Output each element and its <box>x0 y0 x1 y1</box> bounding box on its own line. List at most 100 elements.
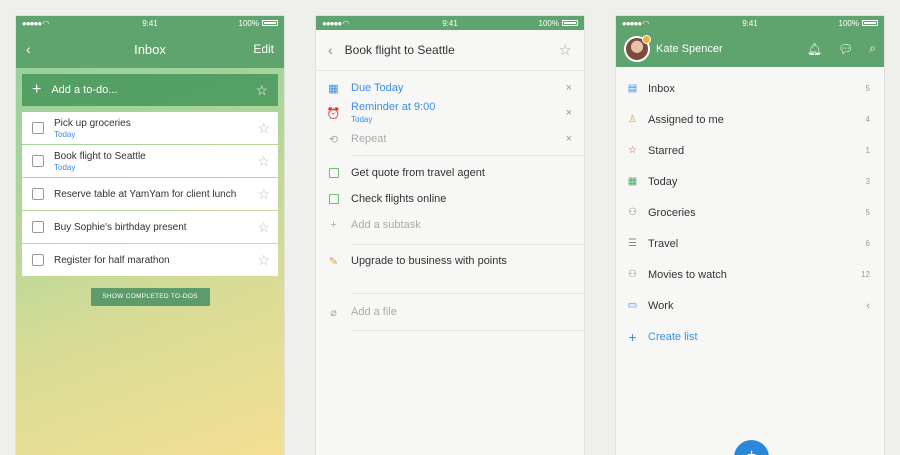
todo-checkbox[interactable] <box>32 221 44 233</box>
list-count: 3 <box>865 177 870 186</box>
list-count: 5 <box>865 84 870 93</box>
battery-icon <box>562 20 578 26</box>
add-file-row[interactable]: ⌀ Add a file <box>316 294 584 330</box>
edit-button[interactable]: Edit <box>253 42 274 56</box>
chevron-left-icon[interactable]: ‹ <box>866 300 870 312</box>
todo-title: Reserve table at YamYam for client lunch <box>54 188 237 200</box>
close-icon[interactable]: × <box>566 107 572 119</box>
todo-title: Pick up groceries <box>54 117 131 129</box>
todo-item[interactable]: Buy Sophie's birthday present ☆ <box>22 211 278 243</box>
create-list-label: Create list <box>648 330 698 343</box>
note-row[interactable]: ✎ Upgrade to business with points <box>316 245 584 277</box>
status-bar: ●●●●● ◠ 9:41 100% <box>16 16 284 30</box>
shared-people-icon: ⚇ <box>628 269 637 280</box>
list-count: 1 <box>865 146 870 155</box>
star-icon[interactable]: ☆ <box>257 120 270 137</box>
todo-list: Pick up groceries Today ☆ Book flight to … <box>22 112 278 276</box>
page-title: Inbox <box>134 41 166 57</box>
plus-icon: + <box>628 328 637 345</box>
close-icon[interactable]: × <box>566 133 572 145</box>
list-label: Assigned to me <box>648 113 724 126</box>
subtask-label: Get quote from travel agent <box>351 167 485 179</box>
list-label: Travel <box>648 237 679 250</box>
star-icon[interactable]: ☆ <box>559 41 572 59</box>
bell-icon[interactable]: 🔔︎ <box>807 42 822 56</box>
calendar-icon: ▦ <box>328 82 339 95</box>
list-item-work[interactable]: ▭ Work ‹ <box>616 290 884 321</box>
list-label: Work <box>648 299 674 312</box>
lists-screen: ●●●●● ◠ 9:41 100% Kate Spencer 🔔︎ 💬︎ ⌕ ▤… <box>616 16 884 455</box>
todo-item[interactable]: Reserve table at YamYam for client lunch… <box>22 178 278 210</box>
todo-title: Buy Sophie's birthday present <box>54 221 187 233</box>
battery-icon <box>262 20 278 26</box>
folder-icon: ▭ <box>627 300 638 311</box>
comment-icon[interactable]: 💬︎ <box>838 42 853 56</box>
subtask-item[interactable]: Check flights online <box>316 186 584 212</box>
shared-people-icon: ⚇ <box>628 207 637 218</box>
calendar-icon: ▦ <box>627 176 638 187</box>
todo-checkbox[interactable] <box>32 254 44 266</box>
add-fab-button[interactable]: + <box>734 440 769 455</box>
star-icon[interactable]: ☆ <box>257 186 270 203</box>
list-item-today[interactable]: ▦ Today 3 <box>616 166 884 197</box>
due-date-label: Due Today <box>351 82 404 94</box>
user-name[interactable]: Kate Spencer <box>656 43 791 55</box>
list-icon: ☰ <box>628 238 637 249</box>
todo-item[interactable]: Register for half marathon ☆ <box>22 244 278 276</box>
back-chevron-icon[interactable]: ‹ <box>328 42 333 58</box>
create-list-button[interactable]: + Create list <box>616 321 884 352</box>
task-title[interactable]: Book flight to Seattle <box>345 43 547 57</box>
plus-icon: + <box>330 219 337 231</box>
list-item-movies[interactable]: ⚇ Movies to watch 12 <box>616 259 884 290</box>
add-file-label: Add a file <box>351 306 397 318</box>
plus-icon: + <box>32 81 42 98</box>
avatar[interactable] <box>624 34 651 62</box>
inbox-icon: ▤ <box>627 83 638 94</box>
add-subtask-row[interactable]: + Add a subtask <box>316 212 584 238</box>
show-completed-button[interactable]: SHOW COMPLETED TO-DOS <box>90 288 210 306</box>
lists-header: ●●●●● ◠ 9:41 100% Kate Spencer 🔔︎ 💬︎ ⌕ <box>616 16 884 67</box>
reminder-row[interactable]: ⏰ Reminder at 9:00 Today × <box>316 99 584 127</box>
todo-item[interactable]: Book flight to Seattle Today ☆ <box>22 145 278 177</box>
list-count: 4 <box>865 115 870 124</box>
reminder-label: Reminder at 9:00 <box>351 101 436 113</box>
task-detail-screen: ●●●●● ◠ 9:41 100% ‹ Book flight to Seatt… <box>316 16 584 455</box>
list-item-assigned[interactable]: ♙ Assigned to me 4 <box>616 104 884 135</box>
repeat-row[interactable]: ⟲ Repeat × <box>316 127 584 151</box>
list-item-inbox[interactable]: ▤ Inbox 5 <box>616 73 884 104</box>
status-bar: ●●●●● ◠ 9:41 100% <box>316 16 584 30</box>
repeat-label: Repeat <box>351 133 387 145</box>
status-time: 9:41 <box>142 18 158 28</box>
todo-checkbox[interactable] <box>32 155 44 167</box>
star-icon[interactable]: ☆ <box>255 82 268 99</box>
todo-checkbox[interactable] <box>32 188 44 200</box>
subtask-checkbox[interactable] <box>328 168 339 178</box>
add-subtask-placeholder: Add a subtask <box>351 219 421 231</box>
todo-due: Today <box>54 129 76 139</box>
list-label: Starred <box>648 144 685 157</box>
todo-item[interactable]: Pick up groceries Today ☆ <box>22 112 278 144</box>
detail-header: ●●●●● ◠ 9:41 100% ‹ Book flight to Seatt… <box>316 16 584 71</box>
todo-checkbox[interactable] <box>32 122 44 134</box>
status-bar: ●●●●● ◠ 9:41 100% <box>616 16 884 30</box>
list-item-groceries[interactable]: ⚇ Groceries 5 <box>616 197 884 228</box>
person-icon: ♙ <box>628 114 637 125</box>
add-todo-input[interactable]: + Add a to-do... ☆ <box>22 74 278 106</box>
star-icon[interactable]: ☆ <box>257 219 270 236</box>
list-item-travel[interactable]: ☰ Travel 6 <box>616 228 884 259</box>
close-icon[interactable]: × <box>566 82 572 94</box>
search-icon[interactable]: ⌕ <box>869 41 876 56</box>
todo-title: Book flight to Seattle <box>54 150 146 162</box>
status-time: 9:41 <box>442 18 458 28</box>
subtask-checkbox[interactable] <box>328 194 339 204</box>
subtask-item[interactable]: Get quote from travel agent <box>316 160 584 186</box>
list-count: 6 <box>865 239 870 248</box>
star-icon[interactable]: ☆ <box>257 252 270 269</box>
repeat-icon: ⟲ <box>328 133 339 146</box>
paperclip-icon: ⌀ <box>330 306 337 319</box>
star-icon[interactable]: ☆ <box>257 153 270 170</box>
todo-due: Today <box>54 162 76 172</box>
list-item-starred[interactable]: ☆ Starred 1 <box>616 135 884 166</box>
subtask-label: Check flights online <box>351 193 447 205</box>
due-date-row[interactable]: ▦ Due Today × <box>316 77 584 99</box>
